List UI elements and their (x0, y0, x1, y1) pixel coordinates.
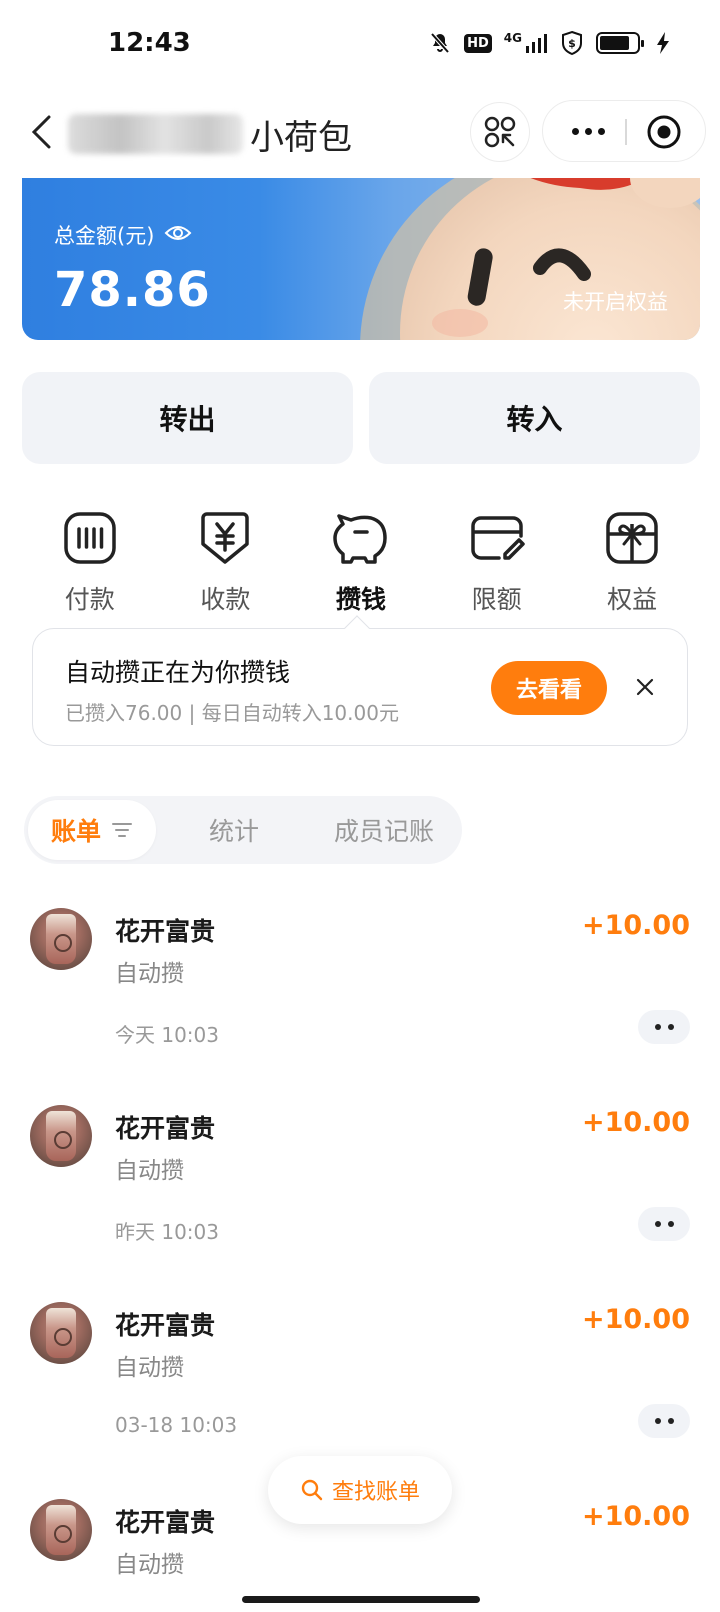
tx-more-button[interactable] (638, 1207, 690, 1241)
feature-limit[interactable]: 限额 (429, 508, 565, 618)
auto-save-tip: 自动攒正在为你攒钱 已攒入76.00 | 每日自动转入10.00元 去看看 (32, 628, 688, 746)
more-icon-dot (571, 127, 579, 135)
feature-label: 权益 (607, 585, 658, 614)
balance-label-row: 总金额(元) (54, 220, 192, 250)
feature-label: 收款 (200, 585, 251, 614)
find-bill-button[interactable]: 查找账单 (268, 1456, 452, 1524)
bill-tabs: 账单 统计 成员记账 (24, 796, 462, 864)
tab-bill[interactable]: 账单 (28, 800, 156, 860)
tx-amount: +10.00 (581, 1501, 690, 1532)
tab-members[interactable]: 成员记账 (314, 796, 454, 864)
nav-bar: 小荷包 (0, 92, 720, 172)
home-indicator[interactable] (242, 1596, 480, 1603)
feature-save[interactable]: 攒钱 (293, 508, 429, 618)
more-icon-dot (654, 1221, 661, 1227)
feature-benefits[interactable]: 权益 (564, 508, 700, 618)
feature-label: 攒钱 (335, 585, 386, 614)
scan-button[interactable] (470, 102, 530, 162)
signal-icon: 4G (504, 30, 548, 56)
avatar (30, 1499, 92, 1561)
close-mini-program-button[interactable] (645, 113, 683, 151)
tx-name: 花开富贵 (115, 1508, 216, 1537)
more-icon-dot (654, 1418, 661, 1424)
tx-time: 昨天 10:03 (115, 1220, 219, 1244)
back-button[interactable] (22, 110, 62, 154)
tx-time: 今天 10:03 (115, 1023, 219, 1047)
search-icon (301, 1479, 323, 1501)
status-time: 12:43 (108, 28, 191, 58)
capsule-divider (625, 119, 627, 145)
tip-view-button[interactable]: 去看看 (491, 661, 607, 715)
charging-icon (656, 30, 670, 56)
feature-label: 付款 (64, 585, 115, 614)
feature-pay[interactable]: 付款 (22, 508, 158, 618)
more-icon-dot (667, 1221, 674, 1227)
tx-more-button[interactable] (638, 1010, 690, 1044)
mute-icon (428, 30, 452, 56)
more-icon-dot (667, 1024, 674, 1030)
avatar (30, 908, 92, 970)
yuan-receive-icon (195, 508, 255, 568)
tip-title: 自动攒正在为你攒钱 (65, 658, 291, 687)
svg-text:$: $ (568, 37, 576, 50)
scan-icon (484, 116, 516, 148)
tx-type: 自动攒 (115, 961, 184, 987)
blurred-owner-name (68, 114, 243, 154)
limit-card-icon (467, 508, 527, 568)
transfer-in-button[interactable]: 转入 (369, 372, 700, 464)
page-title: 小荷包 (250, 118, 352, 158)
benefit-status[interactable]: 未开启权益 (563, 286, 668, 316)
tip-close-button[interactable] (629, 671, 661, 703)
close-target-icon (647, 115, 681, 149)
tx-amount: +10.00 (581, 910, 690, 941)
tx-amount: +10.00 (581, 1304, 690, 1335)
tab-stats[interactable]: 统计 (174, 796, 294, 864)
tx-type: 自动攒 (115, 1158, 184, 1184)
gift-icon (602, 508, 662, 568)
balance-amount: 78.86 (54, 262, 211, 318)
vpn-shield-icon: $ (560, 30, 584, 56)
find-bill-label: 查找账单 (331, 1480, 420, 1505)
status-bar: 12:43 HD 4G $ (0, 0, 720, 90)
avatar (30, 1105, 92, 1167)
close-icon (636, 678, 654, 696)
feature-receive[interactable]: 收款 (158, 508, 294, 618)
back-icon (31, 115, 51, 149)
tab-bill-label: 账单 (50, 817, 101, 846)
mini-program-capsule (542, 100, 706, 162)
balance-card[interactable]: 总金额(元) 78.86 未开启权益 (22, 178, 700, 340)
more-icon-dot (654, 1024, 661, 1030)
tip-subtitle: 已攒入76.00 | 每日自动转入10.00元 (65, 701, 399, 725)
tx-more-button[interactable] (638, 1404, 690, 1438)
pay-card-icon (60, 508, 120, 568)
feature-label: 限额 (471, 585, 522, 614)
eye-icon[interactable] (164, 223, 192, 247)
more-icon-dot (597, 127, 605, 135)
tx-amount: +10.00 (581, 1107, 690, 1138)
tx-name: 花开富贵 (115, 1311, 216, 1340)
feature-grid: 付款 收款 攒钱 限额 权益 (22, 508, 700, 618)
transfer-out-button[interactable]: 转出 (22, 372, 353, 464)
list-item[interactable]: 花开富贵 自动攒 昨天 10:03 +10.00 (0, 1105, 720, 1295)
balance-label: 总金额(元) (54, 224, 155, 248)
battery-icon (596, 30, 644, 56)
list-item[interactable]: 花开富贵 自动攒 今天 10:03 +10.00 (0, 908, 720, 1098)
more-icon-dot (584, 127, 592, 135)
hd-icon: HD (464, 30, 492, 56)
status-icons: HD 4G $ (428, 30, 670, 56)
tx-type: 自动攒 (115, 1552, 184, 1578)
piggy-bank-icon (331, 508, 391, 568)
more-button[interactable] (561, 113, 615, 149)
avatar (30, 1302, 92, 1364)
tx-type: 自动攒 (115, 1355, 184, 1381)
tx-time: 03-18 10:03 (115, 1413, 238, 1437)
tx-name: 花开富贵 (115, 1114, 216, 1143)
transfer-actions: 转出 转入 (22, 372, 700, 464)
filter-icon[interactable] (111, 821, 133, 839)
more-icon-dot (667, 1418, 674, 1424)
tx-name: 花开富贵 (115, 917, 216, 946)
